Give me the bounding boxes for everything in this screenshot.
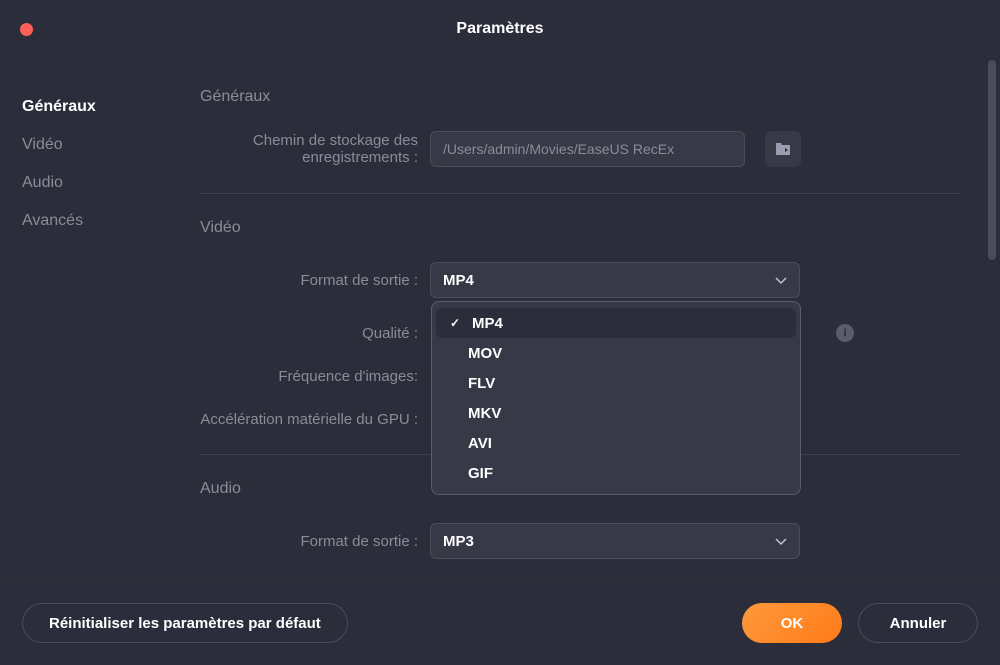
info-icon[interactable]: i xyxy=(836,324,854,342)
browse-folder-button[interactable] xyxy=(765,131,801,167)
dropdown-option-flv[interactable]: FLV xyxy=(432,368,800,398)
sidebar-item-audio[interactable]: Audio xyxy=(22,164,180,202)
audio-format-value: MP3 xyxy=(443,533,474,550)
sidebar-item-generaux[interactable]: Généraux xyxy=(22,88,180,126)
storage-path-input[interactable]: /Users/admin/Movies/EaseUS RecEx xyxy=(430,131,745,167)
sidebar: Généraux Vidéo Audio Avancés xyxy=(0,58,180,580)
chevron-down-icon xyxy=(775,533,787,550)
dropdown-option-gif[interactable]: GIF xyxy=(432,458,800,488)
section-title-video: Vidéo xyxy=(200,219,960,237)
storage-path-label: Chemin de stockage des enregistrements : xyxy=(200,132,430,166)
row-audio-format: Format de sortie : MP3 xyxy=(200,523,960,559)
dropdown-option-mp4[interactable]: ✓ MP4 xyxy=(436,308,796,338)
divider xyxy=(200,193,960,194)
ok-button[interactable]: OK xyxy=(742,603,842,643)
quality-label: Qualité : xyxy=(200,325,430,342)
audio-format-select[interactable]: MP3 xyxy=(430,523,800,559)
dropdown-option-avi[interactable]: AVI xyxy=(432,428,800,458)
chevron-down-icon xyxy=(775,272,787,289)
titlebar: Paramètres xyxy=(0,0,1000,58)
gpu-label: Accélération matérielle du GPU : xyxy=(200,411,430,428)
dropdown-option-mov[interactable]: MOV xyxy=(432,338,800,368)
footer: Réinitialiser les paramètres par défaut … xyxy=(0,580,1000,665)
cancel-button[interactable]: Annuler xyxy=(858,603,978,643)
video-format-label: Format de sortie : xyxy=(200,272,430,289)
close-icon[interactable] xyxy=(20,23,33,36)
content: Généraux Chemin de stockage des enregist… xyxy=(180,58,1000,580)
sidebar-item-avances[interactable]: Avancés xyxy=(22,202,180,240)
reset-defaults-button[interactable]: Réinitialiser les paramètres par défaut xyxy=(22,603,348,643)
video-format-value: MP4 xyxy=(443,272,474,289)
row-storage-path: Chemin de stockage des enregistrements :… xyxy=(200,131,960,167)
section-title-general: Généraux xyxy=(200,88,960,106)
audio-format-label: Format de sortie : xyxy=(200,533,430,550)
video-format-select[interactable]: MP4 ✓ MP4 MOV FLV xyxy=(430,262,800,298)
sidebar-item-video[interactable]: Vidéo xyxy=(22,126,180,164)
row-video-format: Format de sortie : MP4 ✓ MP4 MOV xyxy=(200,262,960,298)
window-title: Paramètres xyxy=(0,20,1000,38)
dropdown-option-mkv[interactable]: MKV xyxy=(432,398,800,428)
scrollbar[interactable] xyxy=(988,60,996,260)
main: Généraux Vidéo Audio Avancés Généraux Ch… xyxy=(0,58,1000,580)
folder-icon xyxy=(775,142,791,156)
check-icon: ✓ xyxy=(450,316,468,330)
framerate-label: Fréquence d'images: xyxy=(200,368,430,385)
video-format-dropdown: ✓ MP4 MOV FLV MKV xyxy=(431,301,801,495)
